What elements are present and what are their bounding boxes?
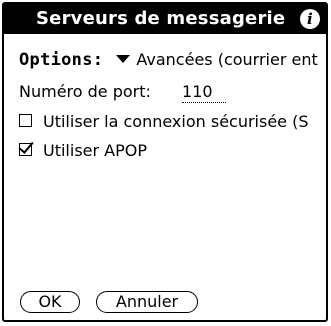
options-row: Options: Avancées (courrier ent: [19, 50, 318, 70]
options-selected-value: Avancées (courrier ent: [136, 50, 318, 69]
dialog-window: Serveurs de messagerie i Options: Avancé…: [2, 2, 328, 322]
apop-label: Utiliser APOP: [43, 141, 147, 160]
secure-connection-row[interactable]: Utiliser la connexion sécurisée (S: [19, 112, 309, 131]
title-bar: Serveurs de messagerie i: [4, 4, 326, 34]
secure-connection-label: Utiliser la connexion sécurisée (S: [43, 112, 309, 131]
triangle-down-icon: [116, 54, 131, 63]
dialog-title: Serveurs de messagerie: [36, 8, 286, 29]
apop-checkbox[interactable]: [19, 143, 32, 156]
ok-button[interactable]: OK: [20, 291, 80, 313]
info-icon[interactable]: i: [300, 9, 320, 29]
cancel-button[interactable]: Annuler: [96, 291, 198, 313]
options-dropdown[interactable]: Avancées (courrier ent: [116, 50, 318, 69]
apop-row[interactable]: Utiliser APOP: [19, 141, 147, 160]
port-label: Numéro de port:: [19, 82, 151, 101]
port-input[interactable]: 110: [182, 82, 227, 103]
options-label: Options:: [19, 50, 104, 70]
secure-connection-checkbox[interactable]: [19, 114, 32, 127]
port-row: Numéro de port: 110: [19, 82, 227, 103]
